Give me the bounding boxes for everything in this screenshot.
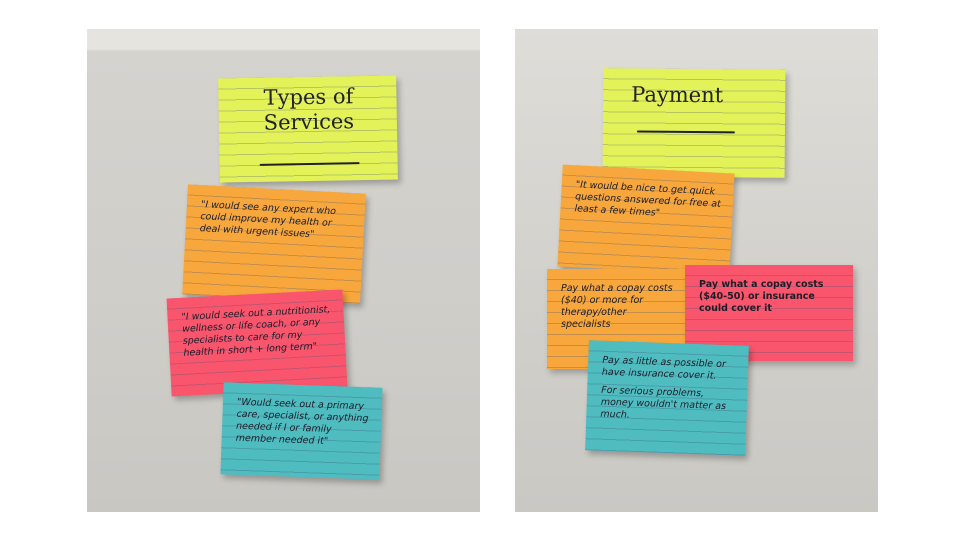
- note-text: "I would see any expert who could improv…: [199, 199, 337, 241]
- title-underline: [636, 130, 735, 134]
- left-board-photo: Types of Services "I would see any exper…: [87, 29, 480, 512]
- payment-title: Payment: [631, 82, 724, 108]
- payment-note-free-questions: "It would be nice to get quick questions…: [557, 164, 735, 276]
- note-text: "Would seek out a primary care, speciali…: [235, 396, 369, 447]
- note-text: Pay what a copay costs ($40-50) or insur…: [699, 279, 824, 314]
- note-text-line-2: For serious problems, money wouldn't mat…: [600, 384, 727, 421]
- note-text-group: Pay as little as possible or have insura…: [600, 355, 736, 426]
- note-text: "It would be nice to get quick questions…: [574, 179, 722, 219]
- note-text-line-1: Pay as little as possible or have insura…: [601, 354, 727, 382]
- payment-note-pay-little: Pay as little as possible or have insura…: [585, 340, 749, 456]
- note-text: "I would seek out a nutritionist, wellne…: [181, 304, 331, 359]
- services-note-nutritionist: "I would seek out a nutritionist, wellne…: [166, 289, 348, 397]
- services-note-primary-care: "Would seek out a primary care, speciali…: [220, 382, 383, 480]
- services-note-expert: "I would see any expert who could improv…: [182, 184, 366, 304]
- payment-title-note: Payment: [602, 68, 786, 178]
- right-board-photo: Payment "It would be nice to get quick q…: [515, 29, 878, 512]
- title-underline: [259, 162, 360, 166]
- types-of-services-title: Types of Services: [263, 84, 355, 135]
- note-text: Pay what a copay costs ($40) or more for…: [561, 283, 673, 330]
- types-of-services-title-note: Types of Services: [218, 75, 398, 183]
